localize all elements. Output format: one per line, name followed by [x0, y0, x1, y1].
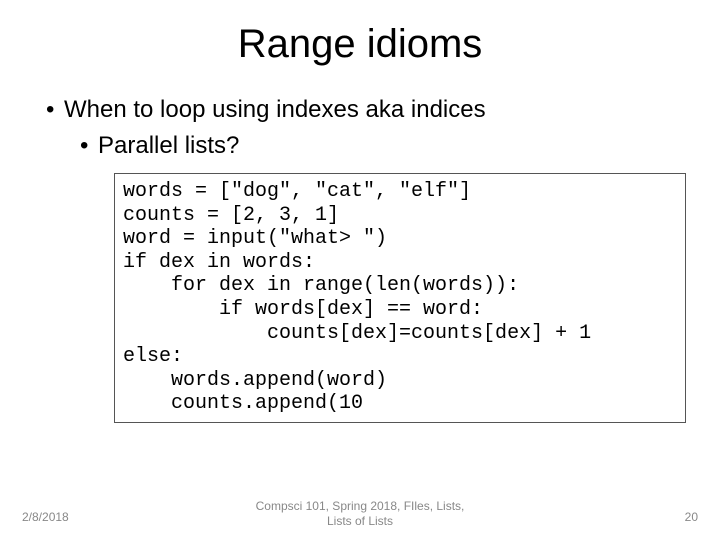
slide-title: Range idioms	[40, 22, 680, 67]
footer-center: Compsci 101, Spring 2018, FIles, Lists, …	[0, 499, 720, 528]
bullet-level-2: •Parallel lists?	[80, 131, 680, 161]
footer-center-line1: Compsci 101, Spring 2018, FIles, Lists,	[256, 499, 465, 513]
slide: Range idioms •When to loop using indexes…	[0, 0, 720, 540]
bullet-2-text: Parallel lists?	[98, 132, 239, 159]
bullet-dot-icon: •	[46, 95, 64, 125]
footer-page-number: 20	[685, 510, 698, 524]
footer-center-line2: Lists of Lists	[327, 514, 393, 528]
bullet-level-1: •When to loop using indexes aka indices	[46, 95, 680, 125]
code-block: words = ["dog", "cat", "elf"] counts = […	[114, 173, 686, 423]
bullet-dot-icon: •	[80, 131, 98, 161]
bullet-list: •When to loop using indexes aka indices …	[40, 95, 680, 161]
bullet-1-text: When to loop using indexes aka indices	[64, 96, 486, 123]
